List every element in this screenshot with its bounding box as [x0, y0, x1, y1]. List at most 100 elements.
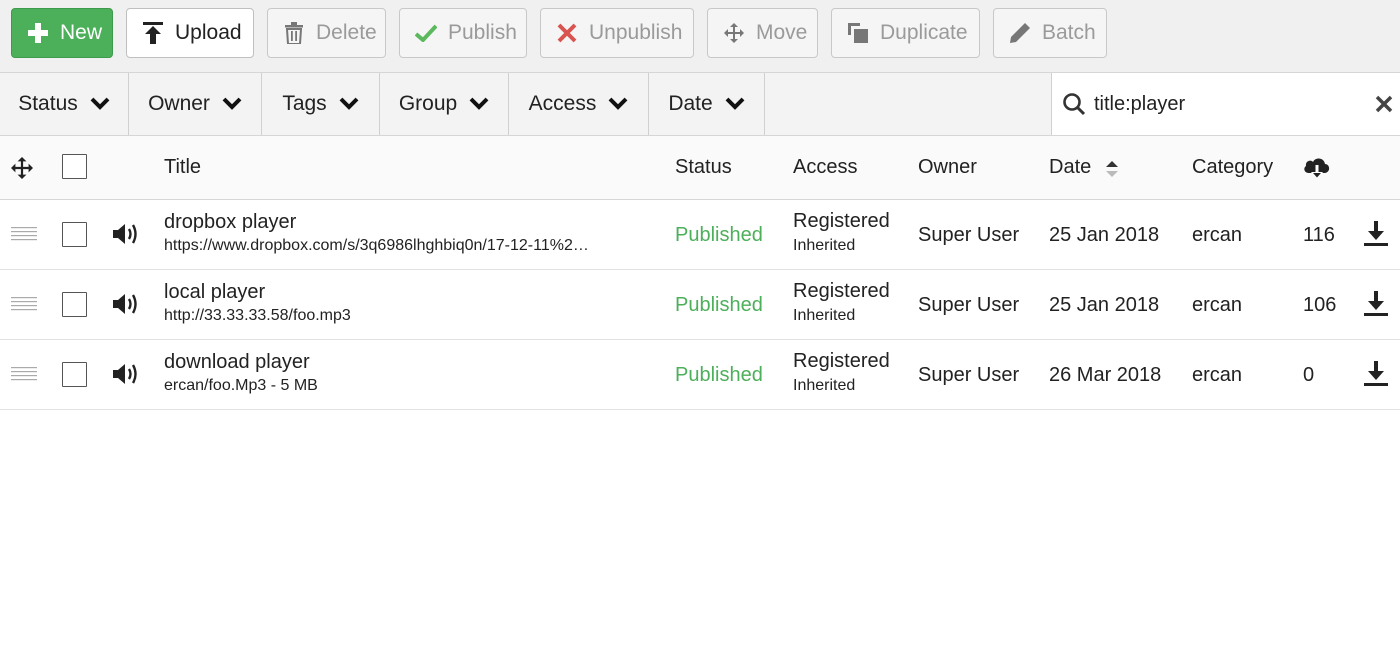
filter-group-label: Group [398, 92, 458, 115]
chevron-down-icon [339, 97, 359, 110]
duplicate-button[interactable]: Duplicate [831, 8, 980, 58]
upload-icon [141, 21, 165, 45]
row-checkbox[interactable] [62, 222, 87, 247]
table-header: Title Status Access Owner Date Category [0, 136, 1400, 200]
status-badge[interactable]: Published [675, 224, 763, 247]
chevron-down-icon [725, 97, 745, 110]
pencil-icon [1008, 21, 1032, 45]
filter-owner[interactable]: Owner [129, 73, 262, 135]
filter-tags[interactable]: Tags [262, 73, 380, 135]
row-owner: Super User [918, 224, 1020, 246]
filter-date-label: Date [668, 92, 713, 115]
copy-icon [846, 21, 870, 45]
move-button-label: Move [756, 21, 808, 44]
toolbar: New Upload Delete Publish Unpublish Move [0, 0, 1400, 72]
row-access: Registered [793, 350, 890, 372]
volume-icon [113, 224, 137, 244]
publish-button-label: Publish [448, 21, 517, 44]
download-icon[interactable] [1363, 291, 1389, 317]
check-icon [414, 21, 438, 45]
row-access: Registered [793, 210, 890, 232]
filter-tags-label: Tags [282, 92, 327, 115]
column-owner[interactable]: Owner [918, 156, 977, 179]
publish-button[interactable]: Publish [399, 8, 527, 58]
row-downloads: 116 [1303, 224, 1335, 246]
row-checkbox[interactable] [62, 292, 87, 317]
select-all-checkbox[interactable] [62, 154, 87, 179]
batch-button[interactable]: Batch [993, 8, 1107, 58]
move-button[interactable]: Move [707, 8, 818, 58]
batch-button-label: Batch [1042, 21, 1096, 44]
close-icon [555, 21, 579, 45]
unpublish-button[interactable]: Unpublish [540, 8, 694, 58]
chevron-down-icon [90, 97, 110, 110]
row-checkbox[interactable] [62, 362, 87, 387]
table-row[interactable]: download player ercan/foo.Mp3 - 5 MB Pub… [0, 340, 1400, 410]
row-subtitle: https://www.dropbox.com/s/3q6986lhghbiq0… [164, 237, 589, 254]
table-row[interactable]: dropbox player https://www.dropbox.com/s… [0, 200, 1400, 270]
plus-icon [26, 21, 50, 45]
row-access-sub: Inherited [793, 237, 856, 254]
delete-button-label: Delete [316, 21, 377, 44]
duplicate-button-label: Duplicate [880, 21, 968, 44]
row-owner: Super User [918, 364, 1020, 386]
row-access-sub: Inherited [793, 377, 856, 394]
column-date[interactable]: Date [1049, 156, 1091, 179]
row-subtitle: http://33.33.33.58/foo.mp3 [164, 307, 351, 324]
row-category: ercan [1192, 224, 1243, 246]
row-downloads: 106 [1303, 294, 1337, 316]
volume-icon [113, 294, 137, 314]
download-icon[interactable] [1363, 361, 1389, 387]
row-date: 25 Jan 2018 [1049, 294, 1160, 316]
column-title[interactable]: Title [164, 156, 201, 179]
filter-group[interactable]: Group [380, 73, 509, 135]
chevron-down-icon [608, 97, 628, 110]
row-access: Registered [793, 280, 890, 302]
volume-icon [113, 364, 137, 384]
new-button[interactable]: New [11, 8, 113, 58]
row-title-link[interactable]: local player [164, 281, 265, 304]
status-badge[interactable]: Published [675, 364, 763, 387]
new-button-label: New [60, 21, 103, 44]
column-category[interactable]: Category [1192, 156, 1273, 179]
sort-icon[interactable] [1105, 160, 1119, 178]
row-category: ercan [1192, 294, 1243, 316]
download-icon[interactable] [1363, 221, 1389, 247]
drag-handle-icon[interactable] [11, 296, 37, 312]
clear-icon[interactable] [1374, 94, 1394, 114]
filter-access[interactable]: Access [509, 73, 649, 135]
filter-bar: Status Owner Tags Group Access Date [0, 72, 1400, 136]
row-title-link[interactable]: download player [164, 351, 310, 374]
delete-button[interactable]: Delete [267, 8, 386, 58]
upload-button[interactable]: Upload [126, 8, 254, 58]
unpublish-button-label: Unpublish [589, 21, 683, 44]
move-icon[interactable] [11, 157, 33, 179]
filter-status[interactable]: Status [0, 73, 129, 135]
move-icon [722, 21, 746, 45]
search-box [1051, 73, 1400, 135]
trash-icon [282, 21, 306, 45]
column-access[interactable]: Access [793, 156, 857, 179]
column-status[interactable]: Status [675, 156, 732, 179]
drag-handle-icon[interactable] [11, 226, 37, 242]
row-category: ercan [1192, 364, 1243, 386]
row-owner: Super User [918, 294, 1020, 316]
chevron-down-icon [222, 97, 242, 110]
table-row[interactable]: local player http://33.33.33.58/foo.mp3 … [0, 270, 1400, 340]
status-badge[interactable]: Published [675, 294, 763, 317]
filter-date[interactable]: Date [649, 73, 765, 135]
search-input[interactable] [1094, 92, 1364, 116]
row-downloads: 0 [1303, 364, 1315, 386]
chevron-down-icon [469, 97, 489, 110]
upload-button-label: Upload [175, 21, 242, 44]
drag-handle-icon[interactable] [11, 366, 37, 382]
row-date: 25 Jan 2018 [1049, 224, 1160, 246]
filter-status-label: Status [18, 92, 78, 115]
row-subtitle: ercan/foo.Mp3 - 5 MB [164, 377, 318, 394]
cloud-download-icon[interactable] [1303, 155, 1331, 181]
row-title-link[interactable]: dropbox player [164, 211, 296, 234]
row-date: 26 Mar 2018 [1049, 364, 1162, 386]
row-access-sub: Inherited [793, 307, 856, 324]
filter-access-label: Access [528, 92, 597, 115]
filter-owner-label: Owner [148, 92, 210, 115]
